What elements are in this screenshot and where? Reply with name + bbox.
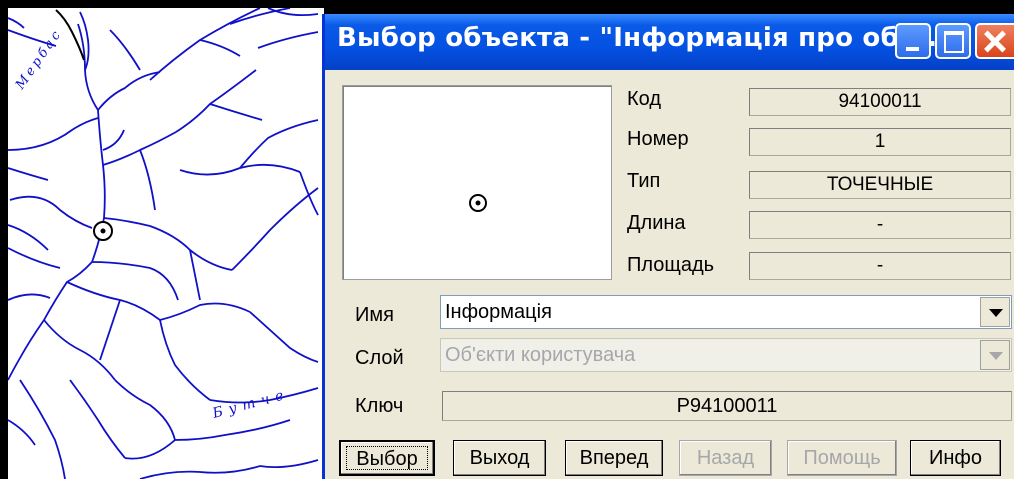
help-button: Помощь	[787, 440, 897, 476]
code-label: Код	[627, 88, 662, 110]
chevron-down-icon[interactable]	[980, 297, 1010, 327]
type-label: Тип	[627, 170, 661, 192]
close-button[interactable]	[975, 23, 1014, 59]
info-button[interactable]: Инфо	[910, 440, 1001, 476]
title-bar[interactable]: Выбор объекта - "Інформація про об'...	[325, 14, 1014, 70]
circle-dot-icon	[469, 194, 487, 212]
forward-button[interactable]: Вперед	[565, 440, 663, 476]
point-symbol-icon[interactable]	[93, 221, 113, 241]
layer-value: Об'єкти користувача	[445, 344, 636, 366]
number-field: 1	[749, 128, 1011, 156]
layer-select: Об'єкти користувача	[440, 338, 1012, 372]
select-button[interactable]: Выбор	[339, 440, 435, 476]
exit-button[interactable]: Выход	[453, 440, 546, 476]
name-value: Інформація	[445, 301, 552, 323]
window-title: Выбор объекта - "Інформація про об'...	[337, 23, 938, 53]
maximize-button[interactable]	[935, 23, 971, 59]
area-label: Площадь	[627, 254, 715, 276]
back-button: Назад	[679, 440, 772, 476]
object-preview	[342, 85, 612, 280]
number-label: Номер	[627, 128, 689, 150]
name-select[interactable]: Інформація	[440, 295, 1012, 329]
object-select-dialog: Выбор объекта - "Інформація про об'... К…	[322, 14, 1014, 479]
focus-rect	[346, 446, 428, 470]
key-label: Ключ	[355, 395, 404, 417]
code-field: 94100011	[749, 88, 1011, 116]
layer-label: Слой	[355, 347, 404, 369]
area-field: -	[749, 252, 1011, 280]
length-field: -	[749, 211, 1011, 239]
type-field: ТОЧЕЧНЫЕ	[749, 171, 1011, 199]
name-label: Имя	[355, 304, 394, 326]
key-field: P94100011	[442, 391, 1012, 421]
minimize-button[interactable]	[895, 23, 931, 59]
length-label: Длина	[627, 212, 686, 234]
chevron-down-icon	[980, 340, 1010, 370]
